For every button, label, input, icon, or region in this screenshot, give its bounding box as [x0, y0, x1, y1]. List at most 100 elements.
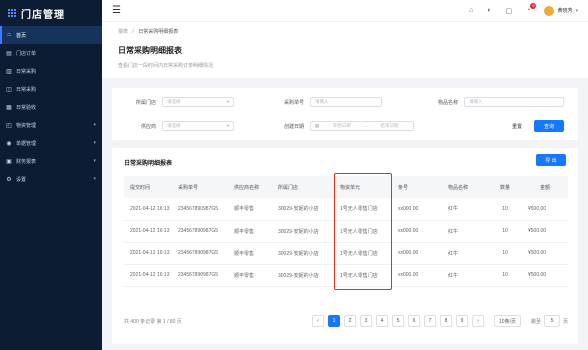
goods-placeholder: 请输入 — [469, 99, 483, 104]
cell-supplier: 顺丰零售 — [228, 220, 272, 243]
reset-button[interactable]: 重置 — [505, 120, 529, 132]
fullscreen-icon[interactable]: ▢ — [506, 7, 513, 15]
order-placeholder: 请输入 — [315, 99, 329, 104]
supplier-label: 供应商 — [140, 123, 156, 130]
cell-code: xx000.00 — [392, 264, 442, 287]
home-icon[interactable]: ⌂ — [469, 7, 473, 14]
purchase-icon: ▥ — [6, 68, 12, 75]
sidebar-item-5[interactable]: ◰ 物资管理 ▾ — [0, 116, 102, 134]
cell-store: 30029-安妮的小店 — [272, 220, 334, 243]
order-icon: ▤ — [6, 50, 12, 57]
settings-icon: ⚙ — [6, 176, 12, 183]
sidebar-item-label: 设置 — [16, 176, 27, 183]
column-header: 数量 — [488, 176, 522, 198]
page-button[interactable]: 9 — [456, 315, 469, 327]
user-name: 黄晓芳 — [557, 8, 573, 14]
app-logo[interactable]: 门店管理 — [0, 0, 102, 26]
sidebar-item-6[interactable]: ◉ 单据管理 ▾ — [0, 134, 102, 152]
sidebar-item-label: 日常采购 — [16, 68, 37, 75]
column-header: 物品名称 — [442, 176, 488, 198]
sidebar-item-1[interactable]: ▤ 门店订单 — [0, 44, 102, 62]
check-icon: ▦ — [6, 104, 12, 111]
theme-icon[interactable]: ◐ — [487, 7, 491, 14]
store-select[interactable]: 请选择 ▾ — [162, 97, 234, 107]
cell-amount: ¥500.00 — [522, 220, 568, 243]
page-button[interactable]: 5 — [392, 315, 405, 327]
page-button[interactable]: 8 — [440, 315, 453, 327]
page-jumper: 跳至 5 页 — [531, 315, 568, 327]
cell-time: 2021-04-12 16:13 — [124, 198, 172, 221]
page-button[interactable]: 4 — [376, 315, 389, 327]
cell-order: 234567890987G5 — [172, 264, 228, 287]
next-page-button[interactable]: › — [472, 315, 485, 327]
goods-input[interactable]: 请输入 — [464, 97, 564, 107]
pagination-summary: 共 400 条记录 第 1 / 80 页 — [124, 318, 182, 325]
page-unit-label: 页 — [562, 318, 568, 325]
report-icon: ▣ — [6, 158, 12, 165]
cell-store: 30029-安妮的小店 — [272, 264, 334, 287]
chevron-down-icon: ▾ — [93, 140, 96, 146]
bell-icon[interactable]: ◔ 9 — [526, 3, 537, 14]
column-header: 金额 — [522, 176, 568, 198]
chevron-down-icon: ▾ — [93, 176, 96, 182]
sidebar: 门店管理 ⌂ 首页 ▤ 门店订单 ▥ 日常采购 ◫ 日常采购 ▦ 日常验收 ◰ 物资管理 ▾ ◉ 单据管理 ▾… — [0, 0, 102, 350]
sidebar-item-label: 单据管理 — [16, 140, 37, 147]
goods-icon: ◰ — [6, 122, 12, 129]
page-size-select[interactable]: 10条/页 — [494, 315, 521, 327]
export-button[interactable]: 导 出 — [536, 154, 566, 166]
cell-qty: 10 — [488, 220, 522, 243]
menu-toggle-icon[interactable]: ☰ — [112, 5, 121, 16]
chevron-down-icon: ▾ — [575, 7, 578, 14]
page-button[interactable]: 6 — [408, 315, 421, 327]
page-button[interactable]: 3 — [360, 315, 373, 327]
cell-qty: 10 — [488, 198, 522, 221]
sidebar-item-0[interactable]: ⌂ 首页 — [0, 26, 102, 44]
supplier-placeholder: 请选择 — [167, 123, 181, 128]
store-label: 所属门店 — [135, 99, 156, 106]
cell-code: xx000.00 — [392, 220, 442, 243]
supplier-select[interactable]: 请选择 ▾ — [162, 121, 234, 131]
chevron-down-icon: ▾ — [93, 122, 96, 128]
cell-supplier: 顺丰零售 — [228, 242, 272, 265]
order-input[interactable]: 请输入 — [310, 97, 382, 107]
sidebar-item-label: 日常验收 — [16, 104, 37, 111]
breadcrumb-separator: / — [132, 29, 134, 35]
notification-badge: 9 — [530, 3, 537, 9]
cell-goods: 红牛 — [442, 220, 488, 243]
cell-goods: 红牛 — [442, 264, 488, 287]
goods-label: 物品名称 — [437, 99, 458, 106]
page-button[interactable]: 1 — [328, 315, 341, 327]
doc-icon: ◉ — [6, 140, 12, 147]
page-button[interactable]: 2 — [344, 315, 357, 327]
prev-page-button[interactable]: ‹ — [312, 315, 325, 327]
sidebar-item-2[interactable]: ▥ 日常采购 — [0, 62, 102, 80]
order-label: 采购单号 — [283, 99, 304, 106]
cell-qty: 10 — [488, 242, 522, 265]
sidebar-item-3[interactable]: ◫ 日常采购 — [0, 80, 102, 98]
column-header: 供应商名称 — [228, 176, 272, 198]
jump-label: 跳至 — [530, 318, 541, 325]
highlight-box — [334, 173, 392, 290]
cart-icon: ◫ — [6, 86, 12, 93]
cell-goods: 红牛 — [442, 242, 488, 265]
sidebar-item-8[interactable]: ⚙ 设置 ▾ — [0, 170, 102, 188]
column-header: 条号 — [392, 176, 442, 198]
user-menu[interactable]: 黄晓芳 ▾ — [544, 5, 578, 16]
page-button[interactable]: 7 — [424, 315, 437, 327]
cell-order: 234567890987G5 — [172, 242, 228, 265]
page-header: 报表 / 日常采购明细报表 日常采购明细报表 查看门店一段时间内日常采购订单明细… — [102, 22, 588, 78]
cell-supplier: 顺丰零售 — [228, 264, 272, 287]
breadcrumb-home[interactable]: 报表 — [118, 29, 128, 35]
sidebar-item-label: 物资管理 — [16, 122, 37, 129]
cell-amount: ¥500.00 — [522, 264, 568, 287]
sidebar-item-7[interactable]: ▣ 财务报表 ▾ — [0, 152, 102, 170]
cell-amount: ¥500.00 — [522, 242, 568, 265]
top-bar: ☰ ⌂ ◐ ▢ ◔ 9 黄晓芳 ▾ — [102, 0, 588, 22]
column-header: 采购单号 — [172, 176, 228, 198]
jump-input[interactable]: 5 — [543, 315, 560, 327]
sidebar-item-4[interactable]: ▦ 日常验收 — [0, 98, 102, 116]
sidebar-item-label: 日常采购 — [16, 86, 37, 93]
sidebar-item-label: 首页 — [16, 32, 27, 39]
search-button[interactable]: 查询 — [534, 120, 564, 132]
date-range-picker[interactable]: ▦ 开始日期 ~ 结束日期 — [310, 121, 414, 131]
